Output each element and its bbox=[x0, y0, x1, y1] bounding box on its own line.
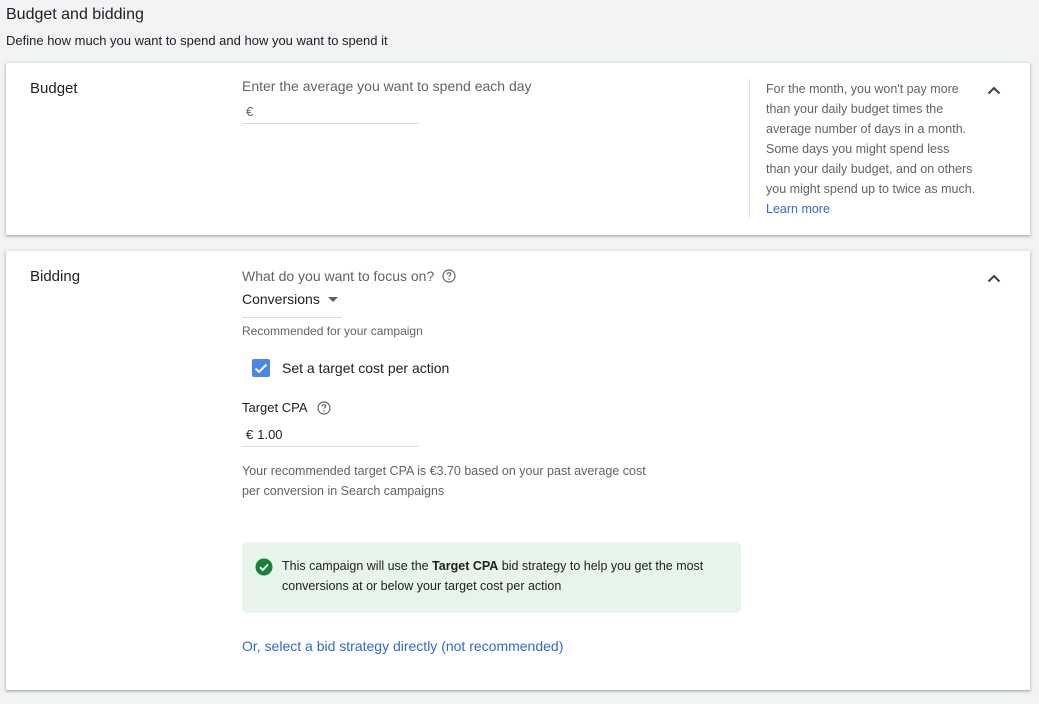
page-title: Budget and bidding bbox=[6, 6, 144, 23]
target-cpa-checkbox[interactable] bbox=[252, 359, 270, 377]
bidding-section-label: Bidding bbox=[30, 268, 81, 285]
target-cpa-label: Target CPA bbox=[242, 400, 308, 415]
strategy-info-box: This campaign will use the Target CPA bi… bbox=[242, 542, 741, 613]
budget-section-label: Budget bbox=[30, 80, 78, 97]
recommended-cpa-text: Your recommended target CPA is €3.70 bas… bbox=[242, 464, 646, 498]
budget-prompt: Enter the average you want to spend each… bbox=[242, 78, 532, 94]
target-cpa-checkbox-row[interactable]: Set a target cost per action bbox=[252, 359, 449, 377]
budget-collapse-button[interactable] bbox=[984, 80, 1004, 100]
check-circle-icon bbox=[255, 558, 273, 576]
focus-prompt: What do you want to focus on? bbox=[242, 268, 435, 284]
learn-more-link[interactable]: Learn more bbox=[766, 202, 830, 216]
daily-budget-input[interactable]: € bbox=[242, 99, 419, 124]
page-subtitle: Define how much you want to spend and ho… bbox=[6, 33, 388, 48]
focus-dropdown[interactable]: Conversions bbox=[242, 291, 342, 318]
budget-side-note-text: For the month, you won't pay more than y… bbox=[766, 82, 976, 196]
help-circle-icon[interactable] bbox=[316, 400, 331, 415]
strategy-info-text: This campaign will use the Target CPA bi… bbox=[282, 556, 732, 596]
chevron-up-icon bbox=[987, 274, 1001, 282]
bidding-collapse-button[interactable] bbox=[984, 268, 1004, 288]
target-cpa-currency: € bbox=[246, 426, 254, 442]
recommended-note: Recommended for your campaign bbox=[242, 324, 423, 338]
target-cpa-value: 1.00 bbox=[257, 426, 283, 442]
focus-prompt-row: What do you want to focus on? bbox=[242, 268, 456, 284]
page-header: Budget and bidding Define how much you w… bbox=[6, 6, 388, 48]
help-circle-icon[interactable] bbox=[442, 269, 456, 283]
select-bid-strategy-link[interactable]: Or, select a bid strategy directly (not … bbox=[242, 638, 563, 654]
target-cpa-input[interactable]: € 1.00 bbox=[242, 422, 419, 447]
budget-side-note: For the month, you won't pay more than y… bbox=[749, 79, 976, 218]
strategy-info-bold: Target CPA bbox=[432, 559, 499, 573]
currency-symbol: € bbox=[246, 103, 254, 119]
target-cpa-checkbox-label: Set a target cost per action bbox=[282, 360, 450, 376]
focus-dropdown-value: Conversions bbox=[242, 291, 320, 307]
target-cpa-label-row: Target CPA bbox=[242, 400, 331, 415]
strategy-info-pre: This campaign will use the bbox=[282, 559, 433, 573]
caret-down-icon bbox=[327, 297, 338, 302]
chevron-up-icon bbox=[987, 86, 1001, 94]
bidding-card: Bidding What do you want to focus on? Co… bbox=[6, 251, 1030, 690]
checkmark-icon bbox=[254, 363, 268, 373]
budget-card: Budget Enter the average you want to spe… bbox=[6, 63, 1030, 235]
